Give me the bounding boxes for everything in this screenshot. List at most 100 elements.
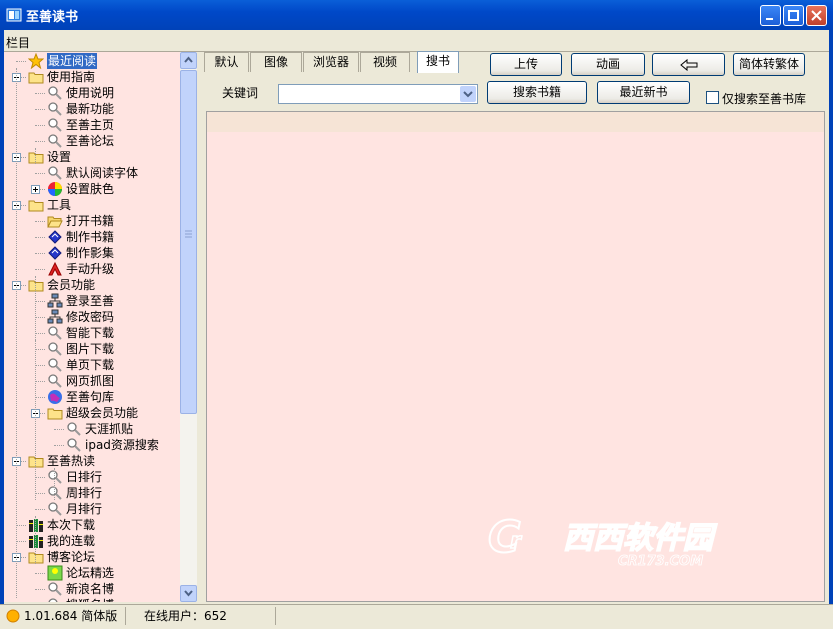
tree-connector <box>35 365 45 366</box>
magnifier-icon <box>47 469 63 485</box>
tree-connector <box>35 397 45 398</box>
grip-icon <box>185 230 192 238</box>
magnifier-icon <box>47 85 63 101</box>
tree-connector <box>35 333 45 334</box>
only-zhishan-label: 仅搜索至善书库 <box>722 92 807 106</box>
svg-text:r: r <box>510 529 522 554</box>
window-frame-right <box>829 30 833 628</box>
online-users-text: 在线用户：652 <box>144 609 227 623</box>
splitter[interactable] <box>197 52 204 602</box>
tab-image[interactable]: 图像 <box>250 52 302 72</box>
tree-connector <box>35 381 45 382</box>
keyword-combobox[interactable] <box>278 84 478 104</box>
tree-connector <box>16 525 26 526</box>
magnifier-icon <box>47 117 63 133</box>
tree-item-label: 博客论坛 <box>47 550 96 564</box>
scroll-up-button[interactable] <box>180 52 197 69</box>
tree-guide <box>35 516 36 564</box>
maximize-icon <box>788 10 799 21</box>
tab-search-books[interactable]: 搜书 <box>417 51 459 73</box>
maximize-button[interactable] <box>783 5 804 26</box>
status-bar: 1.01.684 简体版 在线用户：652 <box>0 604 833 629</box>
magnifier-icon <box>47 101 63 117</box>
window-title: 至善读书 <box>26 10 79 25</box>
watermark-logo: C r 西西软件园 CR173.COM <box>488 511 719 569</box>
navigation-tree[interactable]: 最近阅读 使用指南 使用说明 最新功能 至善主页 至善论坛 设置 默认阅读字体 设置肤色 工具 打开… <box>4 52 180 602</box>
folder-icon <box>28 149 44 165</box>
books-icon <box>28 533 44 549</box>
magnifier-icon <box>47 581 63 597</box>
close-button[interactable] <box>806 5 827 26</box>
folder-icon <box>28 453 44 469</box>
tree-connector <box>35 317 45 318</box>
tree-scrollbar[interactable] <box>180 52 197 602</box>
upgrade-icon <box>47 261 63 277</box>
status-orb-icon <box>6 609 20 623</box>
tree-item-label: 图片下载 <box>66 342 115 356</box>
keyword-input[interactable] <box>281 86 461 104</box>
expand-toggle[interactable] <box>31 185 40 194</box>
app-book-icon <box>6 8 22 22</box>
forum-icon <box>47 565 63 581</box>
tree-item-label: 至善热读 <box>47 454 96 468</box>
network-icon <box>47 309 63 325</box>
magnifier-icon <box>47 341 63 357</box>
scroll-thumb[interactable] <box>180 70 197 414</box>
back-button[interactable] <box>652 53 725 76</box>
tree-item-label: 天涯抓贴 <box>85 422 134 436</box>
tree-item-label: 网页抓图 <box>66 374 115 388</box>
tree-connector <box>35 221 45 222</box>
svg-text:西西软件园: 西西软件园 <box>563 521 718 556</box>
scroll-down-button[interactable] <box>180 585 197 602</box>
tree-connector <box>35 109 45 110</box>
upload-button[interactable]: 上传 <box>490 53 562 76</box>
tree-connector <box>35 141 45 142</box>
tree-item-label: 最近阅读 <box>47 53 98 69</box>
open-folder-icon <box>47 213 63 229</box>
tree-item-label: 手动升级 <box>66 262 115 276</box>
tree-connector <box>35 589 45 590</box>
magnifier-icon <box>47 485 63 501</box>
tree-item-label: 月排行 <box>66 502 103 516</box>
tree-item-label: 本次下载 <box>47 518 96 532</box>
arrow-down-icon <box>184 590 193 597</box>
magnifier-icon <box>47 325 63 341</box>
version-text: 1.01.684 简体版 <box>24 609 118 623</box>
latest-books-button[interactable]: 最近新书 <box>597 81 690 104</box>
tree-item-label: 最新功能 <box>66 102 115 116</box>
tab-video[interactable]: 视频 <box>360 52 410 72</box>
convert-traditional-button[interactable]: 简体转繁体 <box>733 53 805 76</box>
tree-item-label: 登录至善 <box>66 294 115 308</box>
tab-browser[interactable]: 浏览器 <box>303 52 359 72</box>
combo-dropdown-button[interactable] <box>460 86 476 102</box>
chevron-down-icon <box>463 91 473 98</box>
tree-connector <box>35 301 45 302</box>
svg-text:CR173.COM: CR173.COM <box>618 554 703 569</box>
tree-item-label: 工具 <box>47 198 72 212</box>
tree-connector <box>35 573 45 574</box>
tree-item-label: 设置肤色 <box>66 182 115 196</box>
search-books-button[interactable]: 搜索书籍 <box>487 81 587 104</box>
close-icon <box>811 10 822 21</box>
tree-connector <box>35 93 45 94</box>
tree-item-label: 设置 <box>47 150 72 164</box>
color-wheel-icon <box>47 181 63 197</box>
main-header <box>200 31 829 52</box>
magnifier-icon <box>47 373 63 389</box>
tree-connector <box>35 125 45 126</box>
tree-guide <box>16 68 17 598</box>
tab-default[interactable]: 默认 <box>204 52 249 72</box>
tree-item-label: 智能下载 <box>66 326 115 340</box>
minimize-icon <box>766 18 773 20</box>
tree-guide <box>35 276 36 340</box>
keyword-label: 关键词 <box>222 86 259 100</box>
tree-item-label: 周排行 <box>66 486 103 500</box>
only-zhishan-checkbox[interactable] <box>706 91 719 104</box>
minimize-button[interactable] <box>760 5 781 26</box>
tree-connector <box>54 445 64 446</box>
title-bar: 至善读书 <box>0 0 833 30</box>
animation-button[interactable]: 动画 <box>571 53 645 76</box>
book-icon <box>47 245 63 261</box>
back-arrow-icon <box>679 58 697 72</box>
tree-connector <box>35 269 45 270</box>
